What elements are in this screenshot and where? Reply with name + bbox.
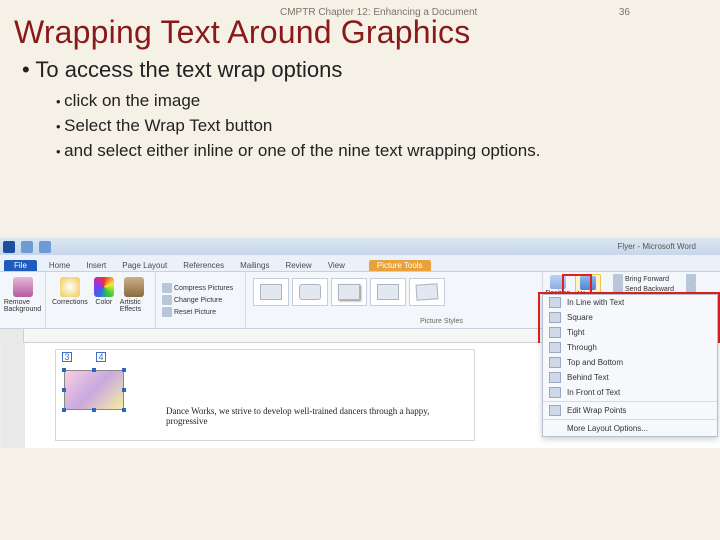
selected-image[interactable]: [64, 370, 124, 410]
style-item[interactable]: [331, 278, 367, 306]
change-picture-button[interactable]: Change Picture: [160, 295, 241, 305]
breadcrumb: CMPTR Chapter 12: Enhancing a Document: [280, 7, 477, 18]
artistic-effects-button[interactable]: Artistic Effects: [118, 275, 151, 315]
group-button[interactable]: [684, 284, 698, 294]
corrections-button[interactable]: Corrections: [50, 275, 90, 315]
bring-forward-button[interactable]: Bring Forward: [611, 274, 676, 284]
style-item[interactable]: [370, 278, 406, 306]
style-item[interactable]: [409, 278, 445, 306]
send-backward-button[interactable]: Send Backward: [611, 284, 676, 294]
bullet-1: click on the image: [0, 89, 720, 114]
quick-access-toolbar: [0, 238, 720, 255]
callout-3: 3: [62, 352, 72, 362]
subheading: To access the text wrap options: [0, 57, 720, 89]
word-screenshot: Flyer - Microsoft Word File Home Insert …: [0, 238, 720, 448]
color-button[interactable]: Color: [92, 275, 116, 315]
tab-mailings[interactable]: Mailings: [236, 260, 273, 271]
bullet-2: Select the Wrap Text button: [0, 114, 720, 139]
compress-pictures-button[interactable]: Compress Pictures: [160, 283, 241, 293]
menu-front[interactable]: In Front of Text: [543, 385, 717, 400]
tab-insert[interactable]: Insert: [82, 260, 110, 271]
style-item[interactable]: [292, 278, 328, 306]
document-text: Dance Works, we strive to develop well-t…: [166, 406, 466, 426]
save-icon[interactable]: [21, 241, 33, 253]
tab-page-layout[interactable]: Page Layout: [118, 260, 171, 271]
wrap-text-menu: In Line with Text Square Tight Through T…: [542, 294, 718, 437]
context-tab-group: Picture Tools: [369, 260, 431, 271]
reset-picture-button[interactable]: Reset Picture: [160, 307, 241, 317]
menu-behind[interactable]: Behind Text: [543, 370, 717, 385]
undo-icon[interactable]: [39, 241, 51, 253]
page: 3 4 Dance Works, we strive to develop we…: [55, 349, 475, 441]
file-tab[interactable]: File: [4, 260, 37, 271]
tab-view[interactable]: View: [324, 260, 349, 271]
remove-bg-label: Remove Background: [4, 299, 41, 313]
menu-more-options[interactable]: More Layout Options...: [543, 421, 717, 436]
window-title: Flyer - Microsoft Word: [617, 238, 696, 255]
word-app-icon: [3, 241, 15, 253]
tab-review[interactable]: Review: [281, 260, 315, 271]
ribbon-tabs: File Home Insert Page Layout References …: [0, 255, 720, 271]
menu-through[interactable]: Through: [543, 340, 717, 355]
page-number: 36: [619, 7, 630, 18]
bullet-3: and select either inline or one of the n…: [0, 139, 720, 164]
menu-square[interactable]: Square: [543, 310, 717, 325]
menu-inline[interactable]: In Line with Text: [543, 295, 717, 310]
tab-home[interactable]: Home: [45, 260, 74, 271]
menu-edit-points[interactable]: Edit Wrap Points: [543, 403, 717, 418]
remove-background-button[interactable]: Remove Background: [4, 275, 41, 315]
callout-4: 4: [96, 352, 106, 362]
align-button[interactable]: Align: [684, 274, 698, 284]
menu-top-bottom[interactable]: Top and Bottom: [543, 355, 717, 370]
tab-references[interactable]: References: [179, 260, 228, 271]
style-item[interactable]: [253, 278, 289, 306]
menu-tight[interactable]: Tight: [543, 325, 717, 340]
